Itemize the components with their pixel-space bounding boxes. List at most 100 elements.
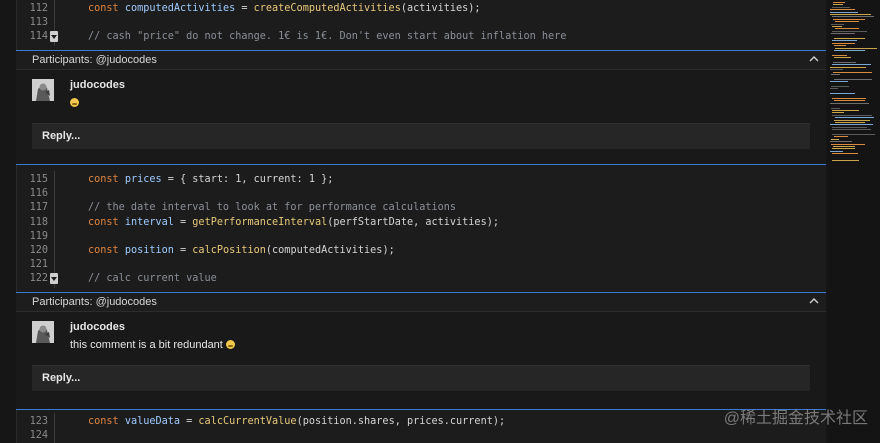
minimap-line xyxy=(830,9,855,11)
minimap-line xyxy=(835,28,859,30)
comment-body xyxy=(70,97,79,109)
indent-guide xyxy=(54,427,55,443)
minimap-line xyxy=(830,150,843,152)
comment-author[interactable]: judocodes xyxy=(70,321,125,333)
minimap-line xyxy=(832,148,855,150)
line-number: 124 xyxy=(29,430,48,442)
code-token: const xyxy=(88,174,125,185)
comment-author[interactable]: judocodes xyxy=(70,79,125,91)
minimap-line xyxy=(830,93,855,95)
avatar xyxy=(32,79,54,101)
thread-header[interactable]: Participants: @judocodes xyxy=(16,293,826,312)
minimap-line xyxy=(835,47,877,49)
code-token: valueData xyxy=(124,416,181,427)
code-token: calcPosition xyxy=(192,245,266,256)
minimap-line xyxy=(830,88,838,90)
code-token: calcCurrentValue xyxy=(198,416,297,427)
minimap-line xyxy=(830,124,873,126)
minimap-line xyxy=(830,102,869,104)
thread-header[interactable]: Participants: @judocodes xyxy=(16,51,826,70)
code-token: interval xyxy=(124,216,174,228)
minimap-line xyxy=(831,74,840,75)
line-number: 114 xyxy=(29,31,48,43)
minimap-line xyxy=(832,40,857,42)
smile-emoji-icon xyxy=(70,98,79,107)
avatar xyxy=(32,321,54,343)
code-line[interactable]: 124 xyxy=(16,427,826,443)
minimap-line xyxy=(834,57,851,59)
code-line[interactable]: 122 // calc current value xyxy=(16,270,826,289)
minimap-line xyxy=(834,136,848,138)
participants-label: Participants: @judocodes xyxy=(32,54,157,66)
code-token: const xyxy=(88,3,125,14)
code-token: // cash "price" do not change. 1€ is 1€.… xyxy=(88,31,567,43)
minimap-line xyxy=(832,6,850,8)
minimap-line xyxy=(832,129,871,131)
code-token: // the date interval to look at for perf… xyxy=(88,202,457,214)
minimap-line xyxy=(832,16,874,18)
minimap-line xyxy=(834,38,865,39)
minimap-line xyxy=(831,33,855,35)
code-token: const xyxy=(88,416,125,427)
minimap-line xyxy=(831,107,840,109)
minimap-line xyxy=(833,2,845,3)
code-token: = xyxy=(180,416,199,427)
code-token: = xyxy=(173,245,193,256)
minimap-line xyxy=(835,122,865,123)
minimap-line xyxy=(831,86,849,87)
reply-input[interactable]: Reply... xyxy=(32,365,810,391)
minimap-line xyxy=(831,23,844,25)
minimap-line xyxy=(835,117,874,119)
code-token: createComputedActivities xyxy=(253,3,401,14)
minimap-line xyxy=(832,160,859,162)
code-token: const xyxy=(88,245,125,256)
reply-input[interactable]: Reply... xyxy=(32,123,810,149)
minimap[interactable] xyxy=(827,0,880,443)
minimap-line xyxy=(833,71,872,73)
code-token: const xyxy=(88,216,125,228)
code-text: // calc current value xyxy=(88,270,217,288)
minimap-line xyxy=(832,126,867,128)
code-token: computedActivities xyxy=(124,3,236,14)
code-token: (perfStartDate, activities); xyxy=(327,216,499,228)
minimap-line xyxy=(832,134,875,135)
code-token: // calc current value xyxy=(88,273,217,285)
comment-body: this comment is a bit redundant xyxy=(70,339,235,351)
reply-placeholder: Reply... xyxy=(42,130,81,142)
code-editor: 112 const computedActivities = createComp… xyxy=(16,0,826,443)
minimap-line xyxy=(830,66,866,68)
minimap-line xyxy=(830,69,843,71)
watermark: @稀土掘金技术社区 xyxy=(723,410,868,427)
code-token: position xyxy=(124,245,174,256)
minimap-line xyxy=(832,112,844,114)
minimap-line xyxy=(832,42,855,44)
code-token: = { start: 1, current: 1 }; xyxy=(161,174,334,185)
code-token: (activities); xyxy=(400,3,481,14)
reply-placeholder: Reply... xyxy=(42,372,81,384)
minimap-line xyxy=(832,26,842,27)
line-number: 122 xyxy=(29,273,48,285)
minimap-line xyxy=(832,54,847,56)
comment-marker-icon[interactable] xyxy=(50,273,58,285)
chevron-up-icon[interactable] xyxy=(808,53,820,65)
minimap-line xyxy=(830,11,858,13)
minimap-line xyxy=(833,4,843,6)
comment-thread-1: Participants: @judocodes judocodes Reply… xyxy=(16,50,826,165)
comment-marker-icon[interactable] xyxy=(50,31,58,43)
minimap-line xyxy=(834,45,846,47)
minimap-line xyxy=(830,14,871,15)
minimap-line xyxy=(832,110,859,111)
grin-emoji-icon xyxy=(225,340,235,349)
participants-label: Participants: @judocodes xyxy=(32,296,157,308)
minimap-line xyxy=(834,50,865,51)
code-line[interactable]: 114 // cash "price" do not change. 1€ is … xyxy=(16,28,826,47)
minimap-line xyxy=(833,146,855,147)
chevron-up-icon[interactable] xyxy=(808,295,820,307)
minimap-line xyxy=(835,21,859,23)
minimap-line xyxy=(830,81,848,83)
minimap-line xyxy=(832,64,871,66)
code-token: = xyxy=(235,3,254,14)
minimap-line xyxy=(833,18,865,20)
minimap-line xyxy=(831,138,839,140)
comment-thread-2: Participants: @judocodes judocodes this … xyxy=(16,292,826,410)
